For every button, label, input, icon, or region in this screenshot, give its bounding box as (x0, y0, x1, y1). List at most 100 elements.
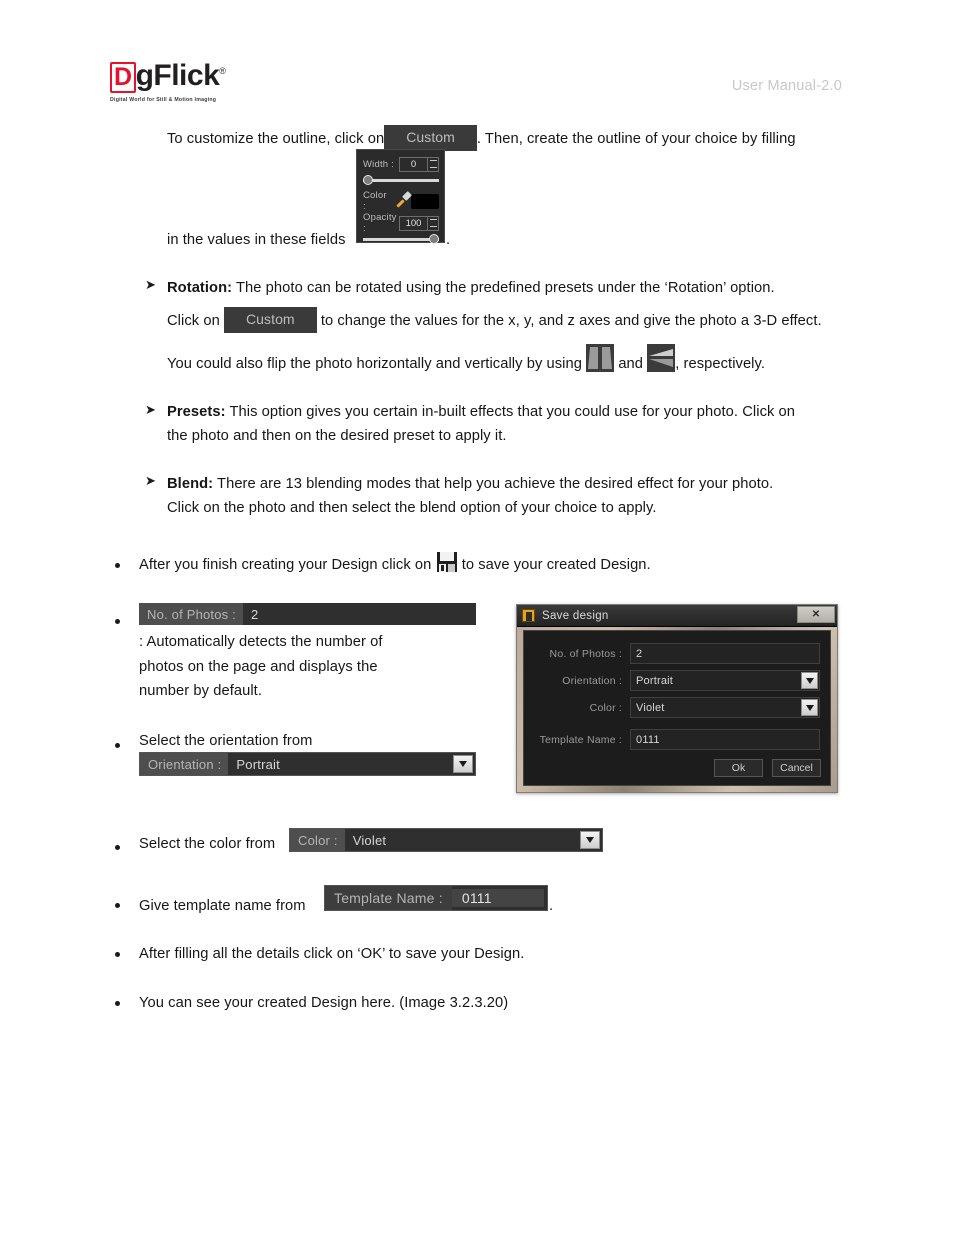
photos-desc-line1: : Automatically detects the number of (139, 630, 479, 654)
color-bullet-text: Select the color from (139, 832, 275, 856)
width-slider-track (363, 179, 439, 182)
width-row: Width : 0 (363, 154, 439, 174)
orientation-field[interactable]: Orientation : Portrait (139, 752, 476, 776)
dialog-row-orientation: Orientation : Portrait (534, 669, 820, 692)
width-slider[interactable] (363, 175, 439, 185)
no-of-photos-field[interactable]: No. of Photos : 2 (139, 603, 476, 625)
template-bullet-label: Give template name from (139, 898, 306, 914)
dialog-title: Save design (542, 609, 609, 622)
dialog-orientation-combo[interactable]: Portrait (630, 670, 820, 691)
template-name-value[interactable]: 0111 (451, 889, 544, 907)
arrow-bullet-rotation: ➤ (145, 277, 156, 292)
rotation-line1: Rotation: The photo can be rotated using… (167, 276, 857, 300)
outline-properties-widget[interactable]: Width : 0 Color : Opacity : 100 (356, 149, 445, 244)
chevron-down-icon (805, 677, 814, 684)
image-ref-bullet-text: You can see your created Design here. (I… (139, 991, 839, 1015)
photos-desc-line2: photos on the page and displays the (139, 655, 479, 679)
template-name-field[interactable]: Template Name : 0111 (324, 885, 548, 911)
close-icon[interactable]: ✕ (797, 606, 835, 623)
dialog-row-color: Color : Violet (534, 696, 820, 719)
opacity-slider-track (363, 238, 439, 241)
orientation-dropdown-button[interactable] (453, 755, 473, 773)
rotation-line3-mid: and (618, 355, 644, 372)
orientation-bullet-label: Select the orientation from (139, 733, 313, 749)
dialog-color-combo[interactable]: Violet (630, 697, 820, 718)
dialog-body: No. of Photos : 2 Orientation : Portrait… (523, 630, 831, 786)
width-input[interactable]: 0 (399, 156, 427, 172)
ok-bullet-text: After filling all the details click on ‘… (139, 942, 839, 966)
photos-desc-text-1: : Automatically detects the number of (139, 634, 383, 650)
outline-intro-post: . Then, create the outline of your choic… (476, 130, 796, 147)
no-of-photos-value[interactable]: 2 (243, 603, 476, 625)
color-field-value[interactable]: Violet (345, 829, 580, 851)
dialog-title-bar[interactable]: Save design ✕ (517, 605, 837, 627)
cancel-button[interactable]: Cancel (772, 759, 821, 777)
color-dropdown-button[interactable] (580, 831, 600, 849)
rotation-line3: You could also flip the photo horizontal… (167, 344, 857, 378)
outline-intro-line2-text: in the values in these fields (167, 232, 346, 248)
opacity-slider[interactable] (363, 234, 439, 244)
ok-button[interactable]: Ok (714, 759, 763, 777)
template-bullet-text: Give template name from (139, 894, 306, 918)
dialog-color-label: Color : (589, 701, 622, 714)
bullet-template (115, 903, 120, 908)
custom-button-rotation[interactable]: Custom (223, 307, 317, 333)
dialog-row-photos: No. of Photos : 2 (534, 642, 820, 665)
blend-line1: Blend: There are 13 blending modes that … (167, 472, 857, 496)
color-swatch[interactable] (410, 193, 439, 209)
image-ref-label: You can see your created Design here. (I… (139, 995, 509, 1011)
color-field[interactable]: Color : Violet (289, 828, 603, 852)
dialog-template-label: Template Name : (539, 733, 622, 746)
rotation-line3-post: , respectively. (675, 355, 766, 372)
flip-horizontal-icon[interactable] (586, 344, 615, 372)
arrow-bullet-presets: ➤ (145, 402, 156, 417)
opacity-slider-knob[interactable] (429, 234, 439, 244)
no-of-photos-label: No. of Photos : (139, 603, 243, 625)
template-name-label: Template Name : (325, 886, 452, 910)
save-floppy-icon[interactable] (436, 551, 458, 573)
opacity-input[interactable]: 100 (399, 215, 427, 231)
dialog-photos-input[interactable]: 2 (630, 643, 820, 664)
photos-desc-line3: number by default. (139, 679, 479, 703)
chevron-down-icon (586, 837, 594, 843)
template-bullet-period: . (549, 894, 553, 918)
save-design-dialog[interactable]: Save design ✕ No. of Photos : 2 Orientat… (516, 604, 838, 793)
chevron-down-icon (459, 761, 467, 767)
opacity-stepper[interactable]: 100 (399, 215, 439, 231)
width-slider-knob[interactable] (363, 175, 373, 185)
orientation-label: Orientation : (140, 753, 229, 775)
outline-intro-paragraph: To customize the outline, click on Custom… (167, 125, 847, 152)
dialog-row-template: Template Name : 0111 (534, 728, 820, 751)
orientation-value[interactable]: Portrait (228, 753, 453, 775)
flip-vertical-icon[interactable] (647, 344, 676, 372)
opacity-spinner-arrows-icon[interactable] (427, 215, 439, 231)
custom-button-outline[interactable]: Custom (384, 125, 477, 151)
blend-title: Blend: (167, 476, 214, 492)
presets-line2-text: the photo and then on the desired preset… (167, 428, 507, 444)
blend-line2: Click on the photo and then select the b… (167, 496, 857, 520)
width-spinner-arrows-icon[interactable] (427, 156, 439, 172)
color-row: Color : (363, 189, 439, 213)
presets-line1-text: This option gives you certain in-built e… (229, 404, 796, 420)
presets-line1: Presets: This option gives you certain i… (167, 400, 857, 424)
dialog-template-input[interactable]: 0111 (630, 729, 820, 750)
rotation-line2-post: to change the values for the x, y, and z… (320, 312, 822, 329)
photos-desc-text-2: photos on the page and displays the (139, 659, 378, 675)
dialog-color-dropdown-button[interactable] (801, 699, 818, 716)
dialog-color-value: Violet (636, 701, 665, 714)
blend-line1-text: There are 13 blending modes that help yo… (217, 476, 774, 492)
save-design-paragraph: After you finish creating your Design cl… (139, 551, 839, 577)
width-stepper[interactable]: 0 (399, 156, 439, 172)
period-text: . (549, 898, 554, 914)
save-bullet-post: to save your created Design. (461, 557, 651, 573)
color-bullet-label: Select the color from (139, 836, 276, 852)
eyedropper-icon[interactable] (395, 191, 412, 209)
color-field-label: Color : (290, 829, 345, 851)
dialog-orientation-dropdown-button[interactable] (801, 672, 818, 689)
photos-desc-text-3: number by default. (139, 683, 262, 699)
presets-title: Presets: (167, 404, 226, 420)
arrow-bullet-blend: ➤ (145, 473, 156, 488)
rotation-line1-text: The photo can be rotated using the prede… (236, 280, 775, 296)
ok-bullet-label: After filling all the details click on ‘… (139, 946, 525, 962)
rotation-title: Rotation: (167, 280, 233, 296)
